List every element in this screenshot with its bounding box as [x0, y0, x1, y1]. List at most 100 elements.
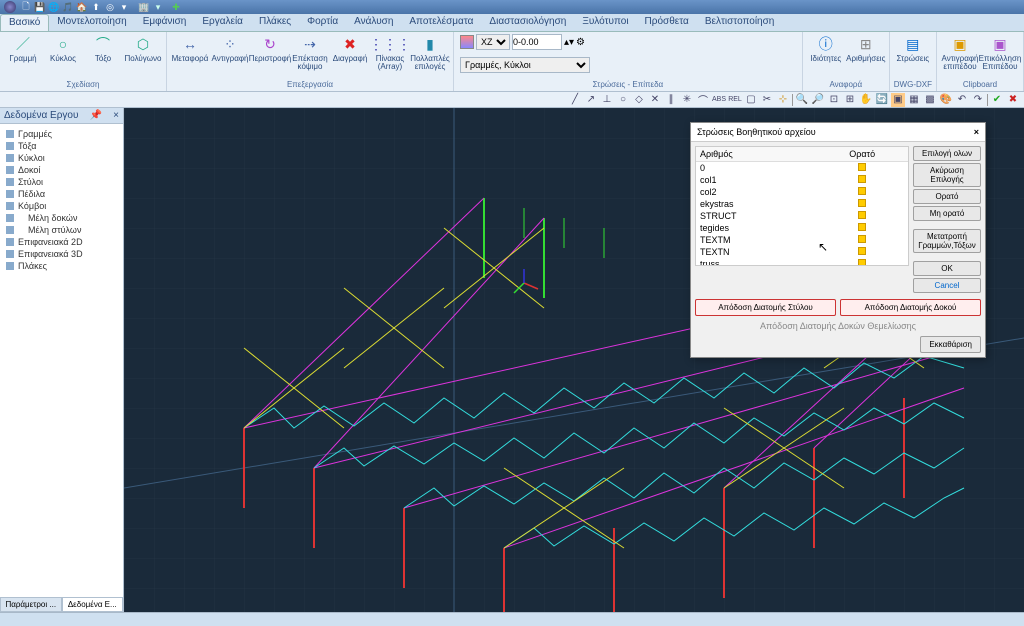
tool-επέκταση-κόψιμο[interactable]: ⇢Επέκταση κόψιμο: [291, 34, 329, 71]
view2-icon[interactable]: ▦: [907, 93, 921, 107]
zoom-extent-icon[interactable]: ⊞: [843, 93, 857, 107]
view3-icon[interactable]: ▩: [923, 93, 937, 107]
tab-βελτιστοποίηση[interactable]: Βελτιστοποίηση: [697, 14, 783, 31]
coord-input[interactable]: [512, 34, 562, 50]
tree-item[interactable]: Κύκλοι: [4, 152, 119, 164]
qat-building-icon[interactable]: 🏢: [138, 1, 150, 13]
check-icon[interactable]: ✔: [990, 93, 1004, 107]
qat-more-icon[interactable]: ▾: [152, 1, 164, 13]
tool-περιστροφή[interactable]: ↻Περιστροφή: [251, 34, 289, 63]
deselect-button[interactable]: Ακύρωση Επιλογής: [913, 163, 981, 187]
layer-row[interactable]: col1: [696, 174, 908, 186]
render-icon[interactable]: 🎨: [939, 93, 953, 107]
col-visible[interactable]: Ορατό: [816, 147, 908, 162]
close-icon[interactable]: ×: [113, 110, 119, 121]
layer-row[interactable]: TEXTN: [696, 246, 908, 258]
visible-button[interactable]: Ορατό: [913, 189, 981, 204]
snap-circle-icon[interactable]: ○: [616, 93, 630, 107]
axis-select[interactable]: XZ: [476, 34, 510, 50]
not-visible-button[interactable]: Μη ορατό: [913, 206, 981, 221]
qat-target-icon[interactable]: ◎: [104, 1, 116, 13]
snap-abs-icon[interactable]: ABS: [712, 93, 726, 107]
tab-params[interactable]: Παράμετροι ...: [0, 597, 62, 612]
tree-item[interactable]: Πέδιλα: [4, 188, 119, 200]
layer-visible-checkbox[interactable]: [816, 234, 908, 246]
layer-row[interactable]: tegides: [696, 222, 908, 234]
tool-ιδιότητες[interactable]: ⓘΙδιότητες: [807, 34, 845, 63]
zoom-window-icon[interactable]: ⊡: [827, 93, 841, 107]
tab-ανάλυση[interactable]: Ανάλυση: [346, 14, 401, 31]
tree-item[interactable]: Επιφανειακά 3D: [4, 248, 119, 260]
tab-ξυλότυποι[interactable]: Ξυλότυποι: [574, 14, 636, 31]
qat-save-icon[interactable]: 💾: [34, 1, 46, 13]
pan-icon[interactable]: ✋: [859, 93, 873, 107]
layer-visible-checkbox[interactable]: [816, 186, 908, 198]
snap-axis-icon[interactable]: ⊹: [776, 93, 790, 107]
project-tree[interactable]: ΓραμμέςΤόξαΚύκλοιΔοκοίΣτύλοιΠέδιλαΚόμβοι…: [0, 124, 123, 597]
snap-ray-icon[interactable]: ↗: [584, 93, 598, 107]
tool-πίνακας-(array)[interactable]: ⋮⋮⋮Πίνακας (Array): [371, 34, 409, 71]
redo-icon[interactable]: ↷: [971, 93, 985, 107]
layer-visible-checkbox[interactable]: [816, 246, 908, 258]
cancel-icon[interactable]: ✖: [1006, 93, 1020, 107]
tree-item[interactable]: Επιφανειακά 2D: [4, 236, 119, 248]
layer-row[interactable]: truss: [696, 258, 908, 266]
qat-plus-icon[interactable]: ✚: [170, 1, 182, 13]
layer-visible-checkbox[interactable]: [816, 198, 908, 210]
tab-αποτελέσματα[interactable]: Αποτελέσματα: [401, 14, 481, 31]
layer-row[interactable]: 0: [696, 162, 908, 175]
tool-αντιγραφή-επιπέδου[interactable]: ▣Αντιγραφή επιπέδου: [941, 34, 979, 71]
layer-visible-checkbox[interactable]: [816, 210, 908, 222]
tree-item[interactable]: Πλάκες: [4, 260, 119, 272]
spinner-icon[interactable]: ▴▾: [564, 37, 574, 48]
ok-button[interactable]: OK: [913, 261, 981, 276]
snap-x-icon[interactable]: ✕: [648, 93, 662, 107]
tab-πλάκες[interactable]: Πλάκες: [251, 14, 299, 31]
tool-πολλαπλές-επιλογές[interactable]: ▮Πολλαπλές επιλογές: [411, 34, 449, 71]
qat-down-icon[interactable]: ▾: [118, 1, 130, 13]
tree-item[interactable]: Δοκοί: [4, 164, 119, 176]
tool-επικόλληση-επιπέδου[interactable]: ▣Επικόλληση Επιπέδου: [981, 34, 1019, 71]
clear-button[interactable]: Εκκαθάριση: [920, 336, 981, 353]
options-icon[interactable]: ⚙: [576, 37, 585, 48]
layer-row[interactable]: col2: [696, 186, 908, 198]
qat-globe-icon[interactable]: 🌐: [48, 1, 60, 13]
tab-εργαλεία[interactable]: Εργαλεία: [194, 14, 251, 31]
layers-list[interactable]: Αριθμός Ορατό 0col1col2ekystrasSTRUCTteg…: [695, 146, 909, 266]
tool-διαγραφή[interactable]: ✖Διαγραφή: [331, 34, 369, 63]
tab-εμφάνιση[interactable]: Εμφάνιση: [135, 14, 195, 31]
qat-home-icon[interactable]: 🏠: [76, 1, 88, 13]
layer-row[interactable]: STRUCT: [696, 210, 908, 222]
tab-διαστασιολόγηση[interactable]: Διαστασιολόγηση: [481, 14, 574, 31]
layer-visible-checkbox[interactable]: [816, 174, 908, 186]
assign-beam-section-button[interactable]: Απόδοση Διατομής Δοκού: [840, 299, 981, 316]
qat-sound-icon[interactable]: 🎵: [62, 1, 74, 13]
tab-data[interactable]: Δεδομένα Ε...: [62, 597, 124, 612]
cancel-button[interactable]: Cancel: [913, 278, 981, 293]
snap-perp-icon[interactable]: ⊥: [600, 93, 614, 107]
tool-γραμμή[interactable]: ／Γραμμή: [4, 34, 42, 63]
tree-item[interactable]: Κόμβοι: [4, 200, 119, 212]
layer-visible-checkbox[interactable]: [816, 162, 908, 175]
select-all-button[interactable]: Επιλογή ολων: [913, 146, 981, 161]
snap-cut-icon[interactable]: ✂: [760, 93, 774, 107]
tab-φορτία[interactable]: Φορτία: [299, 14, 346, 31]
tool-αντιγραφή[interactable]: ⁘Αντιγραφή: [211, 34, 249, 63]
tree-item[interactable]: Μέλη στύλων: [4, 224, 119, 236]
tool-στρώσεις[interactable]: ▤Στρώσεις: [894, 34, 932, 63]
snap-square-icon[interactable]: ▢: [744, 93, 758, 107]
qat-new-icon[interactable]: 🗋: [20, 1, 32, 13]
tree-item[interactable]: Γραμμές: [4, 128, 119, 140]
tool-πολύγωνο[interactable]: ⬡Πολύγωνο: [124, 34, 162, 63]
layer-swatch-icon[interactable]: [460, 35, 474, 49]
view-icon[interactable]: ▣: [891, 93, 905, 107]
pin-icon[interactable]: 📌: [90, 110, 102, 121]
snap-intersect-icon[interactable]: ✳: [680, 93, 694, 107]
snap-diamond-icon[interactable]: ◇: [632, 93, 646, 107]
layer-visible-checkbox[interactable]: [816, 258, 908, 266]
assign-column-section-button[interactable]: Απόδοση Διατομής Στύλου: [695, 299, 836, 316]
tree-item[interactable]: Στύλοι: [4, 176, 119, 188]
zoom-out-icon[interactable]: 🔎: [811, 93, 825, 107]
convert-lines-button[interactable]: Μετατροπή Γραμμών,Τόξων: [913, 229, 981, 253]
tree-item[interactable]: Τόξα: [4, 140, 119, 152]
